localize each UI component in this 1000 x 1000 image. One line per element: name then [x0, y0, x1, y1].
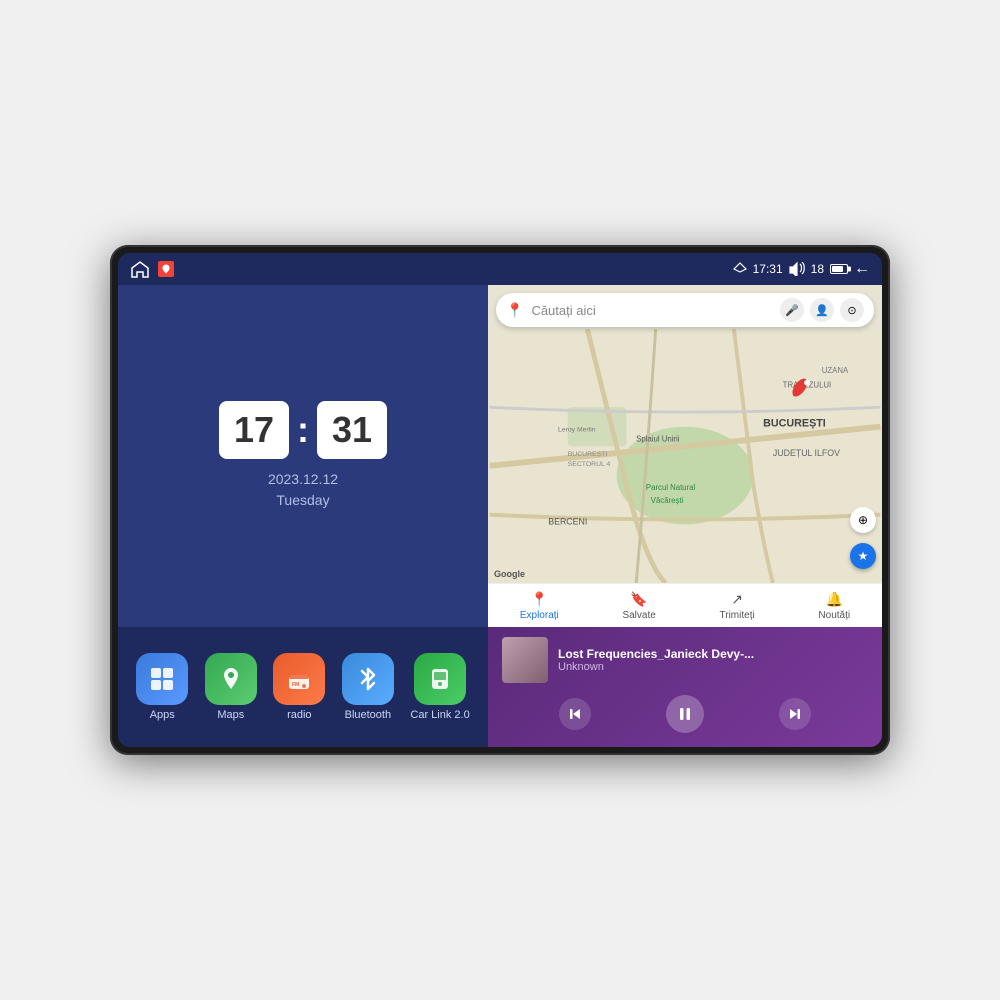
news-label: Noutăți — [818, 610, 850, 621]
app-item-radio[interactable]: FM radio — [273, 653, 325, 721]
svg-text:BERCENI: BERCENI — [548, 516, 587, 526]
clock-date: 2023.12.12 Tuesday — [268, 469, 338, 511]
volume-icon[interactable] — [789, 262, 805, 276]
map-search-actions: 🎤 👤 ⊙ — [780, 298, 864, 322]
svg-text:Văcărești: Văcărești — [651, 496, 684, 505]
voice-search-btn[interactable]: 🎤 — [780, 298, 804, 322]
saved-label: Salvate — [622, 610, 655, 621]
carlink-label: Car Link 2.0 — [410, 709, 469, 721]
radio-icon: FM — [273, 653, 325, 705]
music-top: Lost Frequencies_Janieck Devy-... Unknow… — [502, 637, 868, 683]
maps-status-icon[interactable] — [158, 261, 174, 277]
saved-icon: 🔖 — [630, 591, 647, 608]
explore-icon: 📍 — [531, 591, 548, 608]
status-left — [130, 260, 174, 278]
main-content: 17 : 31 2023.12.12 Tuesday 📍 Căutați aic… — [118, 285, 882, 747]
album-art-inner — [502, 637, 548, 683]
bluetooth-icon — [342, 653, 394, 705]
music-artist: Unknown — [558, 661, 868, 673]
status-right: 17:31 18 ← — [733, 260, 870, 278]
app-item-carlink[interactable]: Car Link 2.0 — [410, 653, 469, 721]
map-widget[interactable]: 📍 Căutați aici 🎤 👤 ⊙ — [488, 285, 882, 627]
maps-icon — [205, 653, 257, 705]
play-pause-button[interactable] — [666, 695, 704, 733]
svg-text:UZANA: UZANA — [822, 366, 849, 375]
battery-icon — [830, 264, 848, 274]
back-button[interactable]: ← — [854, 260, 870, 278]
status-signal: 18 — [811, 262, 824, 276]
svg-text:Splaiul Unirii: Splaiul Unirii — [636, 434, 680, 443]
music-info: Lost Frequencies_Janieck Devy-... Unknow… — [558, 647, 868, 673]
navigation-icon — [733, 262, 747, 276]
car-screen: 17:31 18 ← — [118, 253, 882, 747]
map-nav-news[interactable]: 🔔 Noutăți — [818, 591, 850, 621]
explore-label: Explorați — [520, 610, 559, 621]
app-item-apps[interactable]: Apps — [136, 653, 188, 721]
map-pin-icon: 📍 — [506, 302, 523, 319]
svg-text:Parcul Natural: Parcul Natural — [646, 483, 696, 492]
map-search-text: Căutați aici — [531, 303, 772, 318]
home-icon[interactable] — [130, 260, 150, 278]
layers-btn[interactable]: ⊙ — [840, 298, 864, 322]
music-player: Lost Frequencies_Janieck Devy-... Unknow… — [488, 627, 882, 747]
google-logo: Google — [494, 569, 525, 579]
app-item-maps[interactable]: Maps — [205, 653, 257, 721]
account-btn[interactable]: 👤 — [810, 298, 834, 322]
map-bottom-bar: 📍 Explorați 🔖 Salvate ↗ Trimiteți 🔔 Nout… — [488, 583, 882, 627]
radio-label: radio — [287, 709, 311, 721]
news-icon: 🔔 — [826, 591, 843, 608]
car-display-device: 17:31 18 ← — [110, 245, 890, 755]
svg-text:BUCUREȘTI: BUCUREȘTI — [568, 451, 608, 458]
album-art — [502, 637, 548, 683]
clock-display: 17 : 31 — [219, 401, 387, 459]
maps-label: Maps — [217, 709, 244, 721]
map-compass-btn[interactable]: ⊕ — [850, 507, 876, 533]
apps-row: Apps Maps — [118, 627, 488, 747]
map-visual: BUCUREȘTI JUDEȚUL ILFOV BERCENI Parcul N… — [488, 329, 882, 583]
status-bar: 17:31 18 ← — [118, 253, 882, 285]
map-nav-explore[interactable]: 📍 Explorați — [520, 591, 559, 621]
map-search-bar[interactable]: 📍 Căutați aici 🎤 👤 ⊙ — [496, 293, 874, 327]
bluetooth-label: Bluetooth — [345, 709, 391, 721]
app-item-bluetooth[interactable]: Bluetooth — [342, 653, 394, 721]
clock-widget: 17 : 31 2023.12.12 Tuesday — [118, 285, 488, 627]
music-controls — [502, 691, 868, 737]
map-navigate-btn[interactable]: ★ — [850, 543, 876, 569]
clock-colon: : — [297, 409, 309, 451]
apps-icon — [136, 653, 188, 705]
send-label: Trimiteți — [720, 610, 755, 621]
svg-text:SECTORUL 4: SECTORUL 4 — [568, 461, 611, 468]
prev-button[interactable] — [559, 698, 591, 730]
map-svg: BUCUREȘTI JUDEȚUL ILFOV BERCENI Parcul N… — [488, 329, 882, 583]
next-button[interactable] — [779, 698, 811, 730]
map-nav-send[interactable]: ↗ Trimiteți — [720, 591, 755, 621]
carlink-icon — [414, 653, 466, 705]
svg-text:BUCUREȘTI: BUCUREȘTI — [763, 418, 826, 430]
svg-text:FM: FM — [292, 682, 299, 688]
clock-minute: 31 — [317, 401, 387, 459]
svg-text:Leroy Merlin: Leroy Merlin — [558, 427, 596, 434]
music-title: Lost Frequencies_Janieck Devy-... — [558, 647, 868, 661]
clock-hour: 17 — [219, 401, 289, 459]
svg-text:JUDEȚUL ILFOV: JUDEȚUL ILFOV — [773, 448, 840, 458]
send-icon: ↗ — [731, 591, 743, 608]
map-nav-saved[interactable]: 🔖 Salvate — [622, 591, 655, 621]
apps-label: Apps — [150, 709, 175, 721]
status-time: 17:31 — [753, 262, 783, 276]
